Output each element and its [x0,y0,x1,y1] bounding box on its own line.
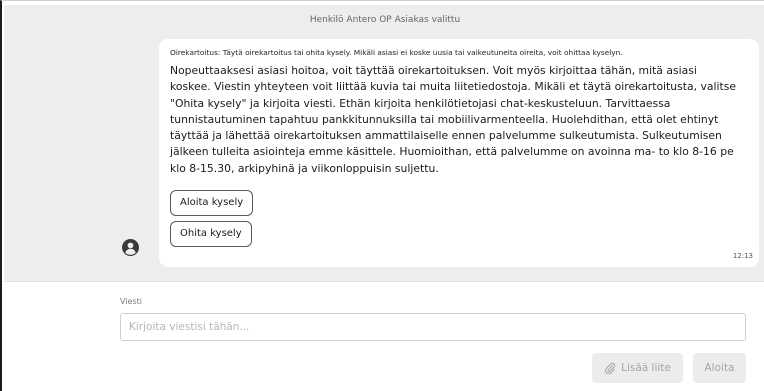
start-survey-button[interactable]: Aloita kysely [170,190,254,216]
start-button[interactable]: Aloita [693,353,746,383]
paperclip-icon [604,362,616,375]
skip-survey-button[interactable]: Ohita kysely [170,221,252,247]
message-body: Nopeuttaaksesi asiasi hoitoa, voit täytt… [170,64,736,175]
message-field-label: Viesti [120,297,142,306]
chat-history[interactable]: Henkilö Antero OP Asiakas valittu Oireka… [4,5,764,281]
add-attachment-button[interactable]: Lisää liite [592,353,683,383]
add-attachment-label: Lisää liite [621,362,671,374]
agent-message-bubble: Oirekartoitus: Täytä oirekartoitus tai o… [159,39,759,267]
message-input[interactable] [120,313,746,341]
message-heading: Oirekartoitus: Täytä oirekartoitus tai o… [170,48,623,57]
user-circle-icon [122,239,139,256]
app-frame: Henkilö Antero OP Asiakas valittu Oireka… [0,0,764,391]
message-timestamp: 12:13 [732,252,753,260]
composer-divider [4,281,764,282]
system-note: Henkilö Antero OP Asiakas valittu [309,15,461,25]
